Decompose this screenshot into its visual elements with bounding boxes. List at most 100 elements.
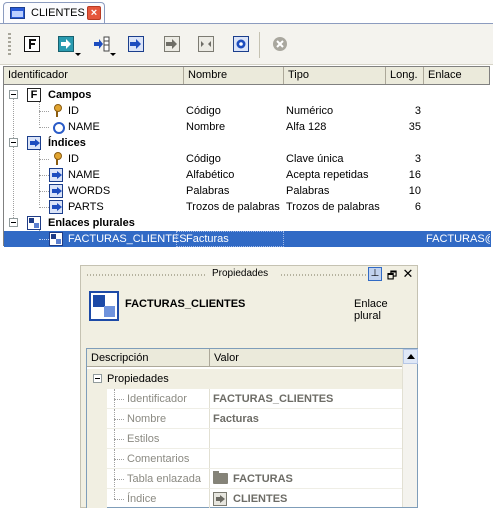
- collapse-icon[interactable]: [9, 218, 18, 227]
- vertical-scrollbar[interactable]: [402, 349, 418, 507]
- cell-identificador: ID: [68, 105, 79, 117]
- table-row[interactable]: ID Código Numérico 3: [4, 103, 491, 119]
- cell-identificador: NAME: [68, 169, 100, 181]
- cell-identificador: PARTS: [68, 201, 104, 213]
- index-arrow-icon: [49, 200, 63, 214]
- pin-icon[interactable]: ⊥: [368, 267, 382, 281]
- property-label: Estilos: [127, 433, 160, 445]
- gear-icon: [233, 36, 249, 52]
- property-label: Nombre: [127, 413, 167, 425]
- column-header-descripcion[interactable]: Descripción: [91, 352, 148, 364]
- cell-identificador: NAME: [68, 121, 100, 133]
- cell-nombre: Código: [186, 153, 221, 165]
- cell-tipo: Acepta repetidas: [286, 169, 369, 181]
- tab-strip: CLIENTES ×: [0, 0, 493, 24]
- table-row[interactable]: NAME Nombre Alfa 128 35: [4, 119, 491, 135]
- table-editor-window: CLIENTES × Identificador Nombre Tipo Lon…: [0, 0, 493, 247]
- cell-identificador: ID: [68, 153, 79, 165]
- property-category[interactable]: Propiedades: [87, 369, 402, 389]
- cell-nombre: Código: [186, 105, 221, 117]
- property-row[interactable]: Identificador FACTURAS_CLIENTES: [87, 389, 402, 409]
- next-button[interactable]: [164, 36, 180, 52]
- index-arrow-icon: [49, 184, 63, 198]
- index-arrow-icon: [27, 136, 41, 150]
- object-name: FACTURAS_CLIENTES: [125, 298, 246, 310]
- cell-enlace: FACTURAS@I: [426, 233, 490, 245]
- property-value: CLIENTES: [233, 493, 288, 505]
- move-button[interactable]: [128, 36, 144, 52]
- panel-titlebar[interactable]: Propiedades ⊥ 🗗 ✕: [81, 266, 417, 283]
- properties-panel: Propiedades ⊥ 🗗 ✕ FACTURAS_CLIENTES Enla…: [80, 265, 418, 508]
- tree-group-indices[interactable]: Índices: [4, 135, 491, 151]
- index-icon: [58, 36, 74, 52]
- float-window-icon[interactable]: 🗗: [386, 267, 398, 282]
- property-row[interactable]: Tabla enlazada FACTURAS: [87, 469, 402, 489]
- column-header-long[interactable]: Long.: [386, 67, 424, 84]
- group-label: Enlaces plurales: [48, 217, 135, 229]
- tree-group-enlaces[interactable]: Enlaces plurales: [4, 215, 491, 231]
- table-row[interactable]: WORDS Palabras Palabras 10: [4, 183, 491, 199]
- scroll-up-icon[interactable]: [403, 349, 418, 364]
- table-row-selected[interactable]: FACTURAS_CLIENTES Facturas FACTURAS@I: [4, 231, 491, 247]
- property-row[interactable]: Nombre Facturas: [87, 409, 402, 429]
- cell-long: 6: [414, 201, 421, 213]
- table-row[interactable]: NAME Alfabético Acepta repetidas 16: [4, 167, 491, 183]
- column-header-valor[interactable]: Valor: [214, 352, 239, 364]
- folder-icon: [213, 471, 228, 484]
- cell-nombre: Alfabético: [186, 169, 235, 181]
- add-link-button[interactable]: [94, 36, 110, 52]
- delete-button[interactable]: [272, 36, 288, 52]
- index-arrow-icon: [213, 492, 227, 506]
- toolbar-separator: [259, 32, 260, 58]
- property-label: Índice: [127, 493, 157, 505]
- table-icon: [10, 7, 25, 19]
- settings-button[interactable]: [233, 36, 249, 52]
- grid-header: Identificador Nombre Tipo Long. Enlace: [3, 66, 490, 85]
- collapse-icon[interactable]: [9, 90, 18, 99]
- property-row[interactable]: Estilos: [87, 429, 402, 449]
- property-label: Identificador: [127, 393, 187, 405]
- category-label: Propiedades: [107, 373, 169, 385]
- property-row[interactable]: Índice CLIENTES: [87, 489, 402, 508]
- column-header-nombre[interactable]: Nombre: [184, 67, 284, 84]
- toolbar-grip[interactable]: [8, 33, 11, 57]
- collapse-icon[interactable]: [9, 138, 18, 147]
- tab-clientes[interactable]: CLIENTES ×: [3, 2, 105, 24]
- field-F-icon: F: [27, 88, 41, 102]
- plural-link-icon: [49, 232, 63, 246]
- resize-button[interactable]: [198, 36, 214, 52]
- field-F-icon: [24, 36, 40, 52]
- property-value: Facturas: [213, 413, 259, 425]
- property-label: Tabla enlazada: [127, 473, 202, 485]
- insert-arrow-icon: [94, 36, 110, 52]
- add-index-button[interactable]: [58, 36, 74, 52]
- add-field-button[interactable]: [24, 36, 40, 52]
- chevron-down-icon[interactable]: [110, 53, 116, 56]
- column-header-enlace[interactable]: Enlace: [424, 67, 490, 84]
- table-row[interactable]: ID Código Clave única 3: [4, 151, 491, 167]
- close-icon[interactable]: ×: [87, 6, 101, 20]
- group-label: Campos: [48, 89, 92, 101]
- plural-link-icon: [27, 216, 41, 230]
- table-row[interactable]: PARTS Trozos de palabras Trozos de palab…: [4, 199, 491, 215]
- panel-title: Propiedades: [212, 268, 269, 279]
- column-header-tipo[interactable]: Tipo: [284, 67, 386, 84]
- close-icon[interactable]: ✕: [402, 266, 414, 281]
- column-header-identificador[interactable]: Identificador: [4, 67, 184, 84]
- cell-tipo: Numérico: [286, 105, 334, 117]
- index-arrow-icon: [49, 168, 63, 182]
- cell-nombre: Facturas: [186, 233, 229, 245]
- tree-group-campos[interactable]: F Campos: [4, 87, 491, 103]
- property-grid-header: Descripción Valor: [87, 349, 402, 367]
- chevron-down-icon[interactable]: [75, 53, 81, 56]
- tab-label: CLIENTES: [31, 7, 85, 19]
- cell-nombre: Palabras: [186, 185, 230, 197]
- collapse-icon[interactable]: [93, 374, 102, 383]
- arrow-gray-icon: [164, 36, 180, 52]
- grid-body: F Campos ID Código Numérico 3 NAME Nombr…: [3, 85, 491, 247]
- property-row[interactable]: Comentarios: [87, 449, 402, 469]
- cell-tipo: Trozos de palabras: [286, 201, 380, 213]
- cell-nombre: Trozos de palabras: [186, 201, 280, 213]
- cell-tipo: Palabras: [286, 185, 330, 197]
- cell-tipo: Alfa 128: [286, 121, 327, 133]
